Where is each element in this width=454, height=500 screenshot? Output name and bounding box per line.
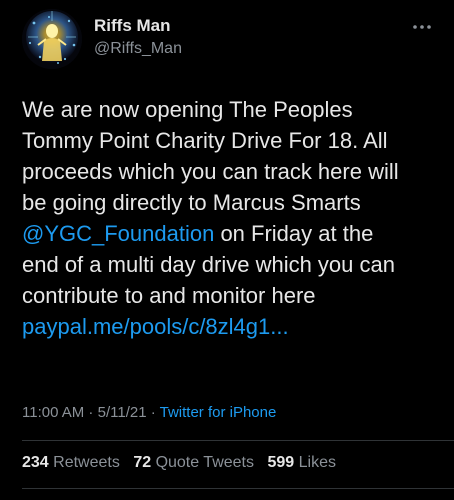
tweet-text-line: end of a multi day drive which you can — [22, 252, 395, 277]
likes-label: Likes — [298, 454, 336, 471]
meta-separator: · — [84, 404, 98, 421]
tweet-metadata: 11:00 AM · 5/11/21 · Twitter for iPhone — [22, 404, 276, 421]
quote-tweets-count: 72 — [133, 454, 152, 471]
tweet-text-line: be going directly to Marcus Smarts — [22, 190, 361, 215]
tweet-time[interactable]: 11:00 AM — [22, 404, 84, 421]
divider — [22, 440, 454, 441]
tweet-text-fragment: on Friday at the — [214, 221, 374, 246]
quote-tweets-label: Quote Tweets — [155, 454, 254, 471]
retweets-label: Retweets — [53, 454, 120, 471]
author-name[interactable]: Riffs Man — [94, 16, 171, 36]
tweet-detail: Riffs Man @Riffs_Man We are now opening … — [0, 0, 454, 500]
avatar[interactable] — [22, 9, 82, 69]
mention-link[interactable]: @YGC_Foundation — [22, 221, 214, 246]
tweet-text-line: @YGC_Foundation on Friday at the — [22, 218, 442, 249]
retweets-stat[interactable]: 234 Retweets — [22, 454, 120, 471]
more-horizontal-icon[interactable] — [410, 20, 434, 32]
tweet-text-line: We are now opening The Peoples — [22, 97, 353, 122]
tweet-text-line: contribute to and monitor here — [22, 283, 316, 308]
tweet-text: We are now opening The Peoples Tommy Poi… — [22, 94, 442, 342]
likes-stat[interactable]: 599 Likes — [267, 454, 336, 471]
meta-separator: · — [146, 404, 160, 421]
engagement-stats: 234 Retweets 72 Quote Tweets 599 Likes — [22, 454, 345, 472]
retweets-count: 234 — [22, 454, 49, 471]
tweet-text-line: proceeds which you can track here will — [22, 159, 399, 184]
likes-count: 599 — [267, 454, 295, 471]
paypal-link[interactable]: paypal.me/pools/c/8zl4g1... — [22, 311, 442, 342]
author-handle[interactable]: @Riffs_Man — [94, 40, 182, 58]
tweet-date[interactable]: 5/11/21 — [98, 404, 147, 421]
tweet-text-line: Tommy Point Charity Drive For 18. All — [22, 128, 388, 153]
divider — [22, 488, 454, 489]
quote-tweets-stat[interactable]: 72 Quote Tweets — [133, 454, 254, 471]
tweet-source-link[interactable]: Twitter for iPhone — [160, 404, 277, 421]
avatar-image-icon — [22, 9, 82, 69]
